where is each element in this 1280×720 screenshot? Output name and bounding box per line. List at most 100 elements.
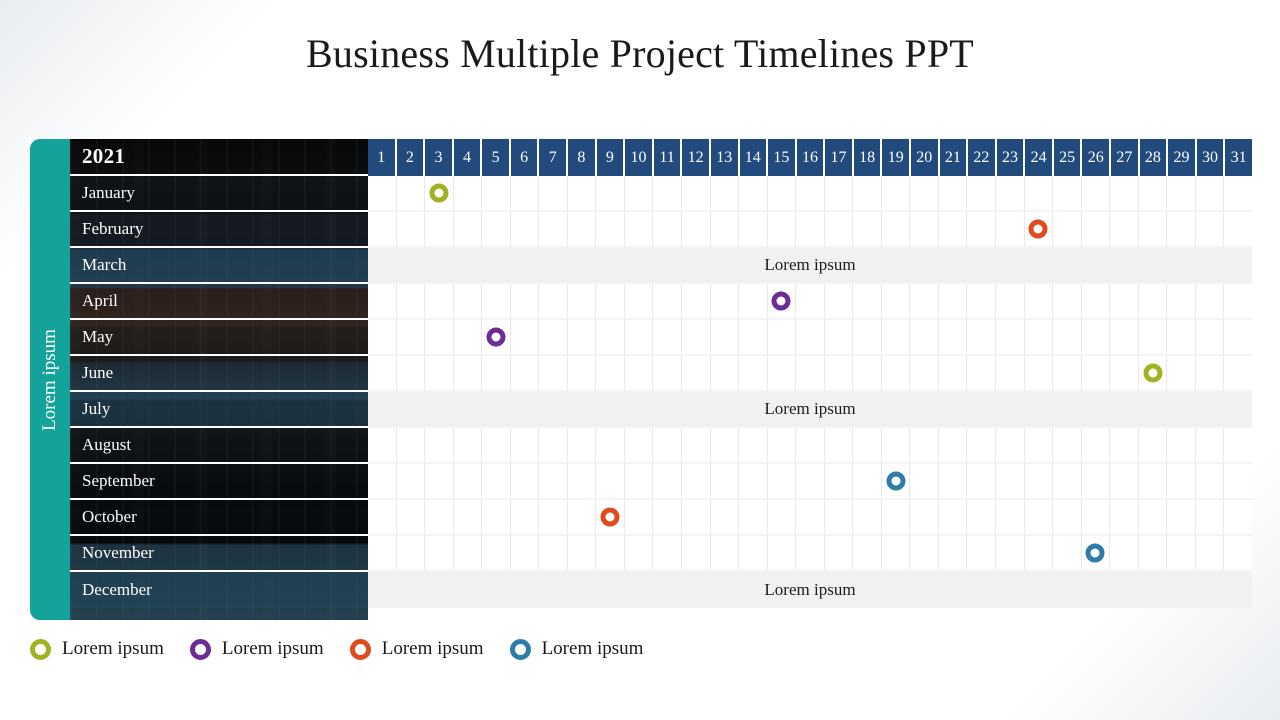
cell-november-8[interactable] (568, 536, 597, 570)
cell-november-30[interactable] (1196, 536, 1225, 570)
cell-october-26[interactable] (1082, 500, 1111, 534)
cell-november-7[interactable] (539, 536, 568, 570)
cell-may-25[interactable] (1053, 320, 1082, 354)
cell-november-15[interactable] (768, 536, 797, 570)
month-label-december[interactable]: December (70, 572, 368, 608)
cell-september-28[interactable] (1139, 464, 1168, 498)
cell-december-9[interactable] (596, 572, 625, 608)
day-header-25[interactable]: 25 (1053, 139, 1083, 176)
cell-april-17[interactable] (825, 284, 854, 318)
cell-january-18[interactable] (853, 176, 882, 210)
day-header-23[interactable]: 23 (996, 139, 1026, 176)
cell-february-14[interactable] (739, 212, 768, 246)
cell-june-16[interactable] (796, 356, 825, 390)
cell-december-13[interactable] (710, 572, 739, 608)
day-header-5[interactable]: 5 (482, 139, 511, 176)
cell-october-14[interactable] (739, 500, 768, 534)
cell-october-17[interactable] (825, 500, 854, 534)
month-label-april[interactable]: April (70, 284, 368, 320)
cell-august-18[interactable] (853, 428, 882, 462)
legend-item-series-olive[interactable]: Lorem ipsum (30, 638, 164, 660)
cell-april-15[interactable] (768, 284, 797, 318)
cell-march-3[interactable] (425, 248, 454, 282)
cell-december-10[interactable] (625, 572, 654, 608)
cell-february-2[interactable] (397, 212, 426, 246)
cell-may-9[interactable] (596, 320, 625, 354)
day-header-3[interactable]: 3 (425, 139, 454, 176)
cell-may-30[interactable] (1196, 320, 1225, 354)
cell-january-19[interactable] (882, 176, 911, 210)
cell-august-10[interactable] (625, 428, 654, 462)
cell-july-31[interactable] (1223, 392, 1252, 426)
cell-march-7[interactable] (539, 248, 568, 282)
cell-october-4[interactable] (454, 500, 483, 534)
cell-december-20[interactable] (910, 572, 939, 608)
cell-july-9[interactable] (596, 392, 625, 426)
cell-december-19[interactable] (881, 572, 910, 608)
cell-september-11[interactable] (653, 464, 683, 498)
cell-july-6[interactable] (511, 392, 540, 426)
cell-july-24[interactable] (1024, 392, 1053, 426)
cell-october-7[interactable] (539, 500, 568, 534)
cell-february-25[interactable] (1053, 212, 1082, 246)
cell-august-23[interactable] (996, 428, 1025, 462)
cell-september-30[interactable] (1196, 464, 1225, 498)
cell-march-27[interactable] (1109, 248, 1138, 282)
milestone-marker[interactable] (1143, 363, 1163, 383)
cell-september-15[interactable] (768, 464, 797, 498)
cell-july-20[interactable] (910, 392, 939, 426)
cell-march-18[interactable] (853, 248, 882, 282)
cell-april-3[interactable] (425, 284, 454, 318)
cell-august-5[interactable] (482, 428, 511, 462)
cell-february-29[interactable] (1167, 212, 1196, 246)
cell-february-6[interactable] (511, 212, 540, 246)
cell-august-4[interactable] (454, 428, 483, 462)
cell-october-1[interactable] (368, 500, 397, 534)
cell-december-11[interactable] (653, 572, 682, 608)
cell-november-20[interactable] (910, 536, 939, 570)
cell-april-10[interactable] (625, 284, 654, 318)
day-header-21[interactable]: 21 (939, 139, 969, 176)
cell-may-1[interactable] (368, 320, 397, 354)
cell-october-3[interactable] (425, 500, 454, 534)
cell-november-28[interactable] (1139, 536, 1168, 570)
cell-may-3[interactable] (425, 320, 454, 354)
cell-january-14[interactable] (739, 176, 768, 210)
cell-june-19[interactable] (882, 356, 911, 390)
month-label-january[interactable]: January (70, 176, 368, 212)
cell-january-21[interactable] (939, 176, 968, 210)
cell-december-25[interactable] (1052, 572, 1081, 608)
cell-july-10[interactable] (625, 392, 654, 426)
cell-january-22[interactable] (967, 176, 997, 210)
cell-january-7[interactable] (539, 176, 568, 210)
cell-june-1[interactable] (368, 356, 397, 390)
cell-december-30[interactable] (1195, 572, 1224, 608)
cell-january-11[interactable] (653, 176, 683, 210)
cell-january-2[interactable] (397, 176, 426, 210)
cell-november-29[interactable] (1167, 536, 1196, 570)
cell-november-26[interactable] (1082, 536, 1111, 570)
cell-february-26[interactable] (1082, 212, 1111, 246)
cell-june-17[interactable] (825, 356, 854, 390)
cell-february-8[interactable] (568, 212, 597, 246)
cell-november-14[interactable] (739, 536, 768, 570)
day-header-29[interactable]: 29 (1168, 139, 1197, 176)
day-header-11[interactable]: 11 (653, 139, 683, 176)
cell-july-29[interactable] (1166, 392, 1195, 426)
cell-january-30[interactable] (1196, 176, 1225, 210)
day-header-18[interactable]: 18 (853, 139, 883, 176)
cell-december-4[interactable] (454, 572, 483, 608)
cell-december-29[interactable] (1166, 572, 1195, 608)
cell-june-7[interactable] (539, 356, 568, 390)
day-header-16[interactable]: 16 (796, 139, 826, 176)
cell-june-18[interactable] (853, 356, 882, 390)
milestone-marker[interactable] (1028, 219, 1048, 239)
cell-april-29[interactable] (1167, 284, 1196, 318)
cell-january-27[interactable] (1110, 176, 1139, 210)
cell-august-22[interactable] (967, 428, 997, 462)
day-header-20[interactable]: 20 (910, 139, 940, 176)
cell-july-11[interactable] (653, 392, 682, 426)
cell-april-16[interactable] (796, 284, 825, 318)
cell-october-6[interactable] (511, 500, 540, 534)
day-header-14[interactable]: 14 (739, 139, 769, 176)
